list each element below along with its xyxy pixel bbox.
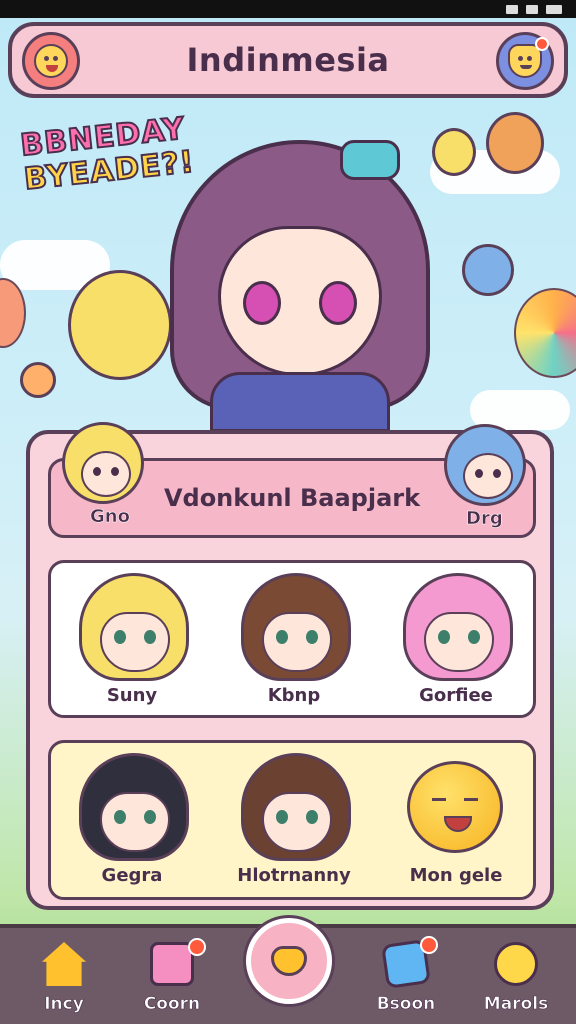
- sticker-sun-face: [20, 362, 56, 398]
- nav-label: Bsoon: [376, 994, 436, 1015]
- bow-icon: [340, 140, 400, 180]
- wifi-icon: [526, 4, 538, 14]
- nav-item-incy[interactable]: Incy: [14, 936, 114, 1022]
- featured-right-avatar[interactable]: [444, 424, 526, 506]
- nav-label: Incy: [44, 994, 84, 1015]
- character-name: Kbnp: [267, 685, 321, 706]
- battery-icon: [546, 4, 562, 14]
- nav-label: Marols: [483, 994, 549, 1015]
- character-card[interactable]: Mon gele: [381, 747, 531, 895]
- balloon-decoration: [514, 288, 576, 378]
- character-name: Hlotrnanny: [237, 865, 351, 886]
- featured-left-avatar[interactable]: [62, 422, 144, 504]
- featured-title: Vdonkunl Baapjark: [163, 484, 421, 512]
- signal-icon: [506, 4, 518, 14]
- character-name: Mon gele: [409, 865, 503, 886]
- character-name: Gorfiee: [419, 685, 493, 706]
- sticker-blue-cat: [462, 244, 514, 296]
- bottom-nav: Incy Coorn Bsoon Marols: [0, 918, 576, 1024]
- character-card[interactable]: Hlotrnanny: [219, 747, 369, 895]
- character-name: Gegra: [101, 865, 163, 886]
- character-card[interactable]: Gegra: [57, 747, 207, 895]
- character-row-2: Gegra Hlotrnanny Mon gele: [48, 740, 536, 900]
- app-title: Indinmesia: [186, 41, 390, 79]
- character-card[interactable]: Kbnp: [219, 567, 369, 715]
- character-row-1: Suny Kbnp Gorfiee: [48, 560, 536, 718]
- nav-label: Coorn: [143, 994, 201, 1015]
- character-card[interactable]: Suny: [57, 567, 207, 715]
- status-bar: [0, 0, 576, 18]
- character-card[interactable]: Gorfiee: [381, 567, 531, 715]
- notification-badge: [420, 936, 438, 954]
- center-action-button[interactable]: [246, 918, 332, 1004]
- nav-item-marols[interactable]: Marols: [466, 936, 566, 1022]
- character-panel: Vdonkunl Baapjark Gno Drg Suny Kbnp Gorf…: [26, 422, 554, 910]
- sticker-small-blonde: [432, 128, 476, 176]
- profile-button[interactable]: [22, 32, 80, 90]
- sticker-blonde-girl: [68, 270, 172, 380]
- pet-menu-button[interactable]: [496, 32, 554, 90]
- sticker-orange-hair: [486, 112, 544, 174]
- nav-item-bsoon[interactable]: Bsoon: [356, 936, 456, 1022]
- nav-item-coorn[interactable]: Coorn: [122, 936, 222, 1022]
- character-name: Suny: [106, 685, 158, 706]
- notification-dot: [535, 37, 549, 51]
- smiley-icon: [34, 44, 68, 78]
- featured-left-label: Gno: [90, 506, 130, 528]
- house-icon: [42, 942, 86, 986]
- paw-icon: [271, 946, 307, 976]
- featured-right-label: Drg: [466, 508, 503, 530]
- notification-badge: [188, 938, 206, 956]
- puff-icon: [494, 942, 538, 986]
- pumpkin-icon: [407, 761, 503, 853]
- hero-character: [170, 140, 430, 432]
- top-bar: Indinmesia: [8, 22, 568, 98]
